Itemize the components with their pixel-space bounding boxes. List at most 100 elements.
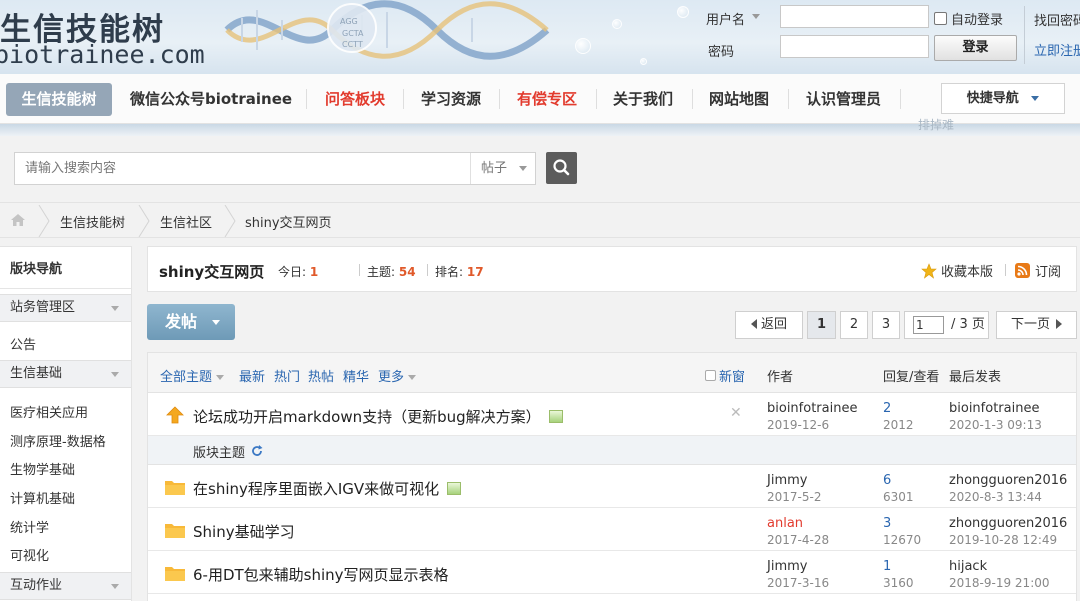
next-page-button[interactable]: 下一页 bbox=[996, 311, 1077, 339]
search-button[interactable] bbox=[546, 152, 577, 184]
sidebar-item-statistics[interactable]: 统计学 bbox=[10, 517, 49, 536]
quick-nav-button[interactable]: 快捷导航 bbox=[941, 83, 1065, 114]
new-window-toggle[interactable]: 新窗 bbox=[705, 366, 745, 385]
login-button[interactable]: 登录 bbox=[934, 35, 1017, 61]
nav-item-wechat[interactable]: 微信公众号biotrainee bbox=[130, 83, 292, 116]
chevron-down-icon[interactable] bbox=[752, 14, 760, 19]
filter-all-topics[interactable]: 全部主题 bbox=[160, 366, 225, 385]
today-value: 1 bbox=[309, 265, 319, 279]
breadcrumb-item[interactable]: 生信技能树 bbox=[60, 212, 125, 231]
refresh-icon[interactable] bbox=[251, 445, 263, 457]
back-label: 返回 bbox=[760, 317, 787, 332]
last-post-user[interactable]: hijack bbox=[949, 559, 987, 574]
forgot-password-link[interactable]: 找回密码 bbox=[1034, 10, 1080, 29]
bubble-decoration bbox=[640, 58, 647, 65]
nav-item-paid[interactable]: 有偿专区 bbox=[517, 83, 577, 116]
sidebar-group-homework[interactable]: 互动作业 bbox=[0, 572, 131, 600]
nav-item-sitemap[interactable]: 网站地图 bbox=[709, 83, 769, 116]
nav-item-about[interactable]: 关于我们 bbox=[613, 83, 673, 116]
thread-author[interactable]: anlan bbox=[767, 516, 803, 531]
sidebar-item-announcement[interactable]: 公告 bbox=[10, 334, 36, 353]
nav-item-home[interactable]: 生信技能树 bbox=[6, 83, 112, 116]
new-post-button[interactable]: 发帖 bbox=[147, 304, 235, 340]
folder-icon bbox=[165, 481, 185, 495]
search-input[interactable] bbox=[15, 153, 470, 184]
new-post-label: 发帖 bbox=[165, 312, 198, 331]
search-icon bbox=[553, 159, 570, 176]
nav-divider bbox=[306, 89, 307, 109]
thread-title[interactable]: 论坛成功开启markdown支持（更新bug解决方案） bbox=[193, 406, 563, 427]
table-row[interactable]: 在shiny程序里面嵌入IGV来做可视化 Jimmy 2017-5-2 6 63… bbox=[148, 466, 1076, 508]
filter-digest[interactable]: 精华 bbox=[343, 366, 369, 385]
sidebar-item-biology[interactable]: 生物学基础 bbox=[10, 459, 75, 478]
thread-author[interactable]: Jimmy bbox=[767, 559, 807, 574]
last-post-date[interactable]: 2019-10-28 12:49 bbox=[949, 533, 1057, 547]
page-1-button[interactable]: 1 bbox=[807, 311, 836, 339]
page-2-button[interactable]: 2 bbox=[840, 311, 868, 339]
username-input[interactable] bbox=[780, 5, 929, 28]
nav-divider bbox=[692, 89, 693, 109]
sidebar-item-computer[interactable]: 计算机基础 bbox=[10, 488, 75, 507]
new-window-label: 新窗 bbox=[719, 370, 746, 385]
sidebar-group-basics[interactable]: 生信基础 bbox=[0, 360, 131, 388]
reply-count[interactable]: 1 bbox=[883, 559, 891, 574]
page-3-button[interactable]: 3 bbox=[872, 311, 900, 339]
thread-title-text: 论坛成功开启markdown支持（更新bug解决方案） bbox=[193, 408, 541, 426]
table-row-sticky[interactable]: 论坛成功开启markdown支持（更新bug解决方案） ✕ bioinfotra… bbox=[148, 394, 1076, 436]
thread-title[interactable]: 6-用DT包来辅助shiny写网页显示表格 bbox=[193, 564, 449, 585]
close-icon[interactable]: ✕ bbox=[730, 405, 742, 421]
last-post-date[interactable]: 2020-1-3 09:13 bbox=[949, 418, 1042, 432]
password-input[interactable] bbox=[780, 35, 929, 58]
filter-more[interactable]: 更多 bbox=[378, 366, 417, 385]
breadcrumb-current[interactable]: shiny交互网页 bbox=[245, 212, 332, 231]
last-post-date[interactable]: 2020-8-3 13:44 bbox=[949, 490, 1042, 504]
reply-count[interactable]: 2 bbox=[883, 401, 891, 416]
nav-item-resources[interactable]: 学习资源 bbox=[421, 83, 481, 116]
checkbox-icon[interactable] bbox=[934, 12, 947, 25]
chevron-down-icon bbox=[216, 375, 225, 380]
subscribe-link[interactable]: 订阅 bbox=[1015, 261, 1061, 280]
filter-label: 更多 bbox=[378, 370, 405, 385]
divider bbox=[1005, 264, 1006, 276]
filter-hot-posts[interactable]: 热帖 bbox=[308, 366, 334, 385]
filter-hot[interactable]: 热门 bbox=[274, 366, 300, 385]
last-post-user[interactable]: zhongguoren2016 bbox=[949, 516, 1067, 531]
topic-count: 主题: 54 bbox=[367, 263, 416, 280]
remember-checkbox[interactable]: 自动登录 bbox=[934, 9, 1003, 28]
page-number-input[interactable]: 1 bbox=[913, 316, 944, 334]
search-type-select[interactable]: 帖子 bbox=[470, 153, 535, 184]
sidebar-item-medical[interactable]: 医疗相关应用 bbox=[10, 402, 88, 421]
thread-title[interactable]: 在shiny程序里面嵌入IGV来做可视化 bbox=[193, 478, 462, 499]
sidebar-item-visualization[interactable]: 可视化 bbox=[10, 545, 49, 564]
thread-author[interactable]: bioinfotrainee bbox=[767, 401, 857, 416]
site-logo-en[interactable]: biotrainee.com bbox=[0, 40, 205, 69]
table-row[interactable]: 6-用DT包来辅助shiny写网页显示表格 Jimmy 2017-3-16 1 … bbox=[148, 552, 1076, 594]
back-button[interactable]: 返回 bbox=[735, 311, 803, 339]
view-count: 2012 bbox=[883, 418, 914, 432]
home-icon[interactable] bbox=[10, 213, 26, 227]
last-post-date[interactable]: 2018-9-19 21:00 bbox=[949, 576, 1050, 590]
favorite-forum-link[interactable]: 收藏本版 bbox=[921, 261, 993, 280]
thread-list-header: 全部主题 最新 热门 热帖 精华 更多 新窗 作者 回复/查看 最后发表 bbox=[148, 353, 1076, 393]
reply-count[interactable]: 3 bbox=[883, 516, 891, 531]
sidebar-group-site-admin[interactable]: 站务管理区 bbox=[0, 294, 131, 322]
bubble-decoration bbox=[575, 38, 591, 54]
sidebar-item-sequencing[interactable]: 测序原理-数据格 bbox=[10, 431, 106, 450]
nav-item-admins[interactable]: 认识管理员 bbox=[806, 83, 881, 116]
filter-latest[interactable]: 最新 bbox=[239, 366, 265, 385]
column-last-post: 最后发表 bbox=[949, 370, 1002, 385]
nav-item-qa[interactable]: 问答板块 bbox=[325, 83, 385, 116]
checkbox-icon[interactable] bbox=[705, 370, 716, 381]
view-count: 3160 bbox=[883, 576, 914, 590]
register-link[interactable]: 立即注册 bbox=[1034, 40, 1080, 59]
thread-author[interactable]: Jimmy bbox=[767, 473, 807, 488]
last-post-user[interactable]: zhongguoren2016 bbox=[949, 473, 1067, 488]
table-row[interactable]: Shiny基础学习 anlan 2017-4-28 3 12670 zhongg… bbox=[148, 509, 1076, 551]
forum-title[interactable]: shiny交互网页 bbox=[159, 261, 264, 282]
breadcrumb-item[interactable]: 生信社区 bbox=[160, 212, 212, 231]
reply-count[interactable]: 6 bbox=[883, 473, 891, 488]
thread-title[interactable]: Shiny基础学习 bbox=[193, 521, 295, 542]
last-post-user[interactable]: bioinfotrainee bbox=[949, 401, 1039, 416]
rss-icon bbox=[1015, 263, 1030, 278]
breadcrumb-separator-icon bbox=[38, 205, 50, 237]
